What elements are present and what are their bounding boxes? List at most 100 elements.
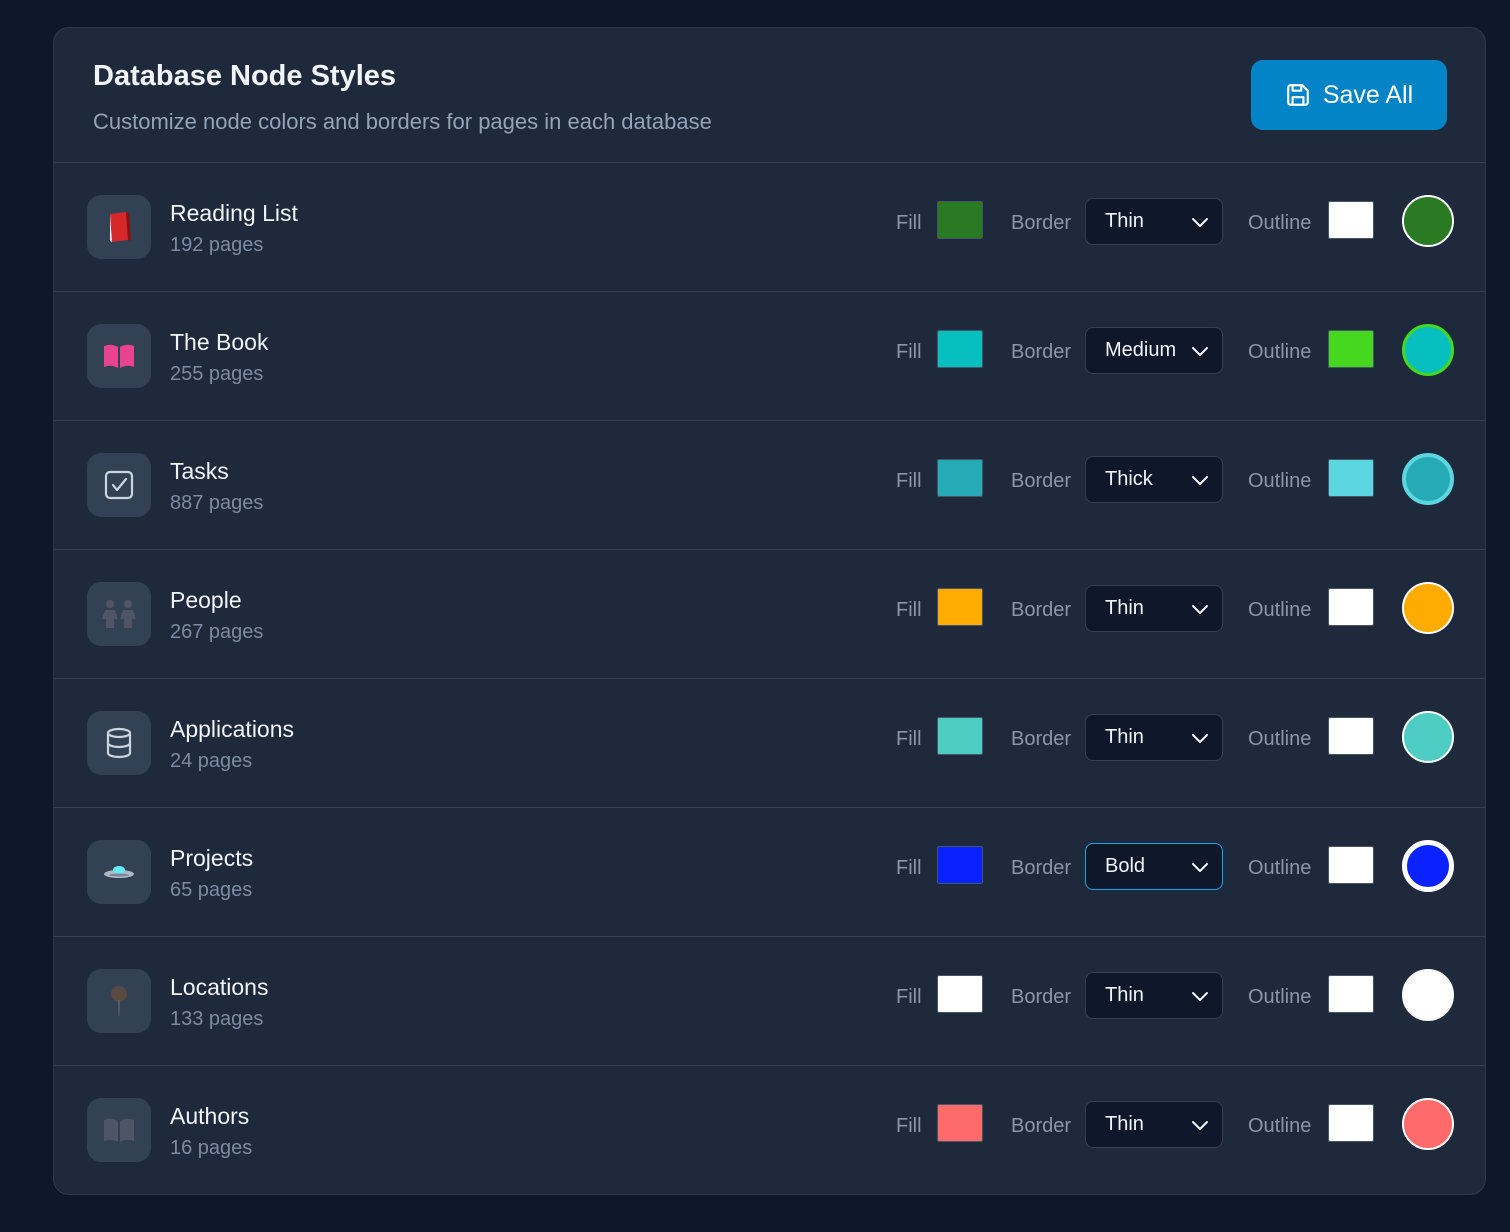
database-row: Locations 133 pages Fill Border Thin Outline xyxy=(54,937,1485,1066)
border-select[interactable]: Thin xyxy=(1085,198,1223,245)
outline-color-picker[interactable] xyxy=(1328,459,1374,497)
chevron-down-icon xyxy=(1190,858,1210,882)
open-book-icon xyxy=(87,324,151,388)
database-name: People xyxy=(170,587,242,613)
node-preview xyxy=(1402,969,1454,1021)
chevron-down-icon xyxy=(1190,987,1210,1011)
border-select-value: Thin xyxy=(1105,1113,1144,1135)
fill-label: Fill xyxy=(896,212,922,234)
node-preview xyxy=(1402,453,1454,505)
database-name: Applications xyxy=(170,716,295,742)
ufo-icon xyxy=(87,840,151,904)
page-count: 192 pages xyxy=(170,234,264,256)
border-label: Border xyxy=(1011,728,1072,750)
outline-label: Outline xyxy=(1248,986,1312,1008)
page-count: 16 pages xyxy=(170,1137,253,1159)
page-count: 24 pages xyxy=(170,750,253,772)
fill-label: Fill xyxy=(896,986,922,1008)
chevron-down-icon xyxy=(1190,1116,1210,1140)
database-row: Projects 65 pages Fill Border Bold Outline xyxy=(54,808,1485,937)
outline-label: Outline xyxy=(1248,857,1312,879)
border-select[interactable]: Thin xyxy=(1085,585,1223,632)
database-list: Reading List 192 pages Fill Border Thin Outli… xyxy=(54,163,1485,1194)
outline-label: Outline xyxy=(1248,1115,1312,1137)
database-icon xyxy=(87,711,151,775)
save-all-label: Save All xyxy=(1322,80,1414,109)
border-select-value: Medium xyxy=(1105,339,1177,361)
database-row: Tasks 887 pages Fill Border Thick Outline xyxy=(54,421,1485,550)
outline-label: Outline xyxy=(1248,599,1312,621)
node-preview xyxy=(1402,324,1454,376)
border-label: Border xyxy=(1011,857,1072,879)
fill-label: Fill xyxy=(896,1115,922,1137)
border-select-value: Bold xyxy=(1105,855,1146,877)
node-preview xyxy=(1402,582,1454,634)
outline-color-picker[interactable] xyxy=(1328,330,1374,368)
fill-label: Fill xyxy=(896,728,922,750)
database-name: The Book xyxy=(170,329,269,355)
database-name: Authors xyxy=(170,1103,250,1129)
border-select[interactable]: Thin xyxy=(1085,1101,1223,1148)
chevron-down-icon xyxy=(1190,213,1210,237)
border-select-value: Thin xyxy=(1105,984,1144,1006)
outline-label: Outline xyxy=(1248,728,1312,750)
outline-color-picker[interactable] xyxy=(1328,975,1374,1013)
node-preview xyxy=(1402,840,1454,892)
database-name: Reading List xyxy=(170,200,298,226)
page-subtitle: Customize node colors and borders for pa… xyxy=(93,109,712,134)
red-book-icon xyxy=(87,195,151,259)
border-select-value: Thin xyxy=(1105,597,1144,619)
border-label: Border xyxy=(1011,470,1072,492)
pin-icon xyxy=(87,969,151,1033)
outline-color-picker[interactable] xyxy=(1328,846,1374,884)
node-preview xyxy=(1402,711,1454,763)
fill-color-picker[interactable] xyxy=(937,846,983,884)
database-row: Applications 24 pages Fill Border Thin Outlin… xyxy=(54,679,1485,808)
border-select[interactable]: Thick xyxy=(1085,456,1223,503)
fill-color-picker[interactable] xyxy=(937,201,983,239)
book-icon xyxy=(87,1098,151,1162)
fill-color-picker[interactable] xyxy=(937,459,983,497)
fill-color-picker[interactable] xyxy=(937,975,983,1013)
outline-color-picker[interactable] xyxy=(1328,201,1374,239)
page-count: 255 pages xyxy=(170,363,264,385)
outline-label: Outline xyxy=(1248,212,1312,234)
checkbox-icon xyxy=(87,453,151,517)
border-label: Border xyxy=(1011,212,1072,234)
page-count: 133 pages xyxy=(170,1008,264,1030)
database-row: Reading List 192 pages Fill Border Thin Outli… xyxy=(54,163,1485,292)
chevron-down-icon xyxy=(1190,729,1210,753)
card-header: Database Node Styles Customize node colo… xyxy=(54,28,1485,163)
outline-color-picker[interactable] xyxy=(1328,1104,1374,1142)
database-name: Locations xyxy=(170,974,269,1000)
fill-color-picker[interactable] xyxy=(937,1104,983,1142)
border-select[interactable]: Medium xyxy=(1085,327,1223,374)
page-count: 65 pages xyxy=(170,879,253,901)
outline-label: Outline xyxy=(1248,341,1312,363)
border-select[interactable]: Bold xyxy=(1085,843,1223,890)
database-row: People 267 pages Fill Border Thin Outline xyxy=(54,550,1485,679)
save-icon xyxy=(1285,82,1311,108)
outline-color-picker[interactable] xyxy=(1328,717,1374,755)
border-label: Border xyxy=(1011,341,1072,363)
fill-color-picker[interactable] xyxy=(937,588,983,626)
page-title: Database Node Styles xyxy=(93,60,397,92)
node-styles-card: Database Node Styles Customize node colo… xyxy=(53,27,1486,1195)
border-label: Border xyxy=(1011,599,1072,621)
database-row: Authors 16 pages Fill Border Thin Outline xyxy=(54,1066,1485,1194)
fill-color-picker[interactable] xyxy=(937,330,983,368)
border-select[interactable]: Thin xyxy=(1085,714,1223,761)
outline-color-picker[interactable] xyxy=(1328,588,1374,626)
fill-color-picker[interactable] xyxy=(937,717,983,755)
outline-label: Outline xyxy=(1248,470,1312,492)
chevron-down-icon xyxy=(1190,600,1210,624)
save-all-button[interactable]: Save All xyxy=(1251,60,1447,130)
people-icon xyxy=(87,582,151,646)
border-label: Border xyxy=(1011,986,1072,1008)
database-row: The Book 255 pages Fill Border Medium Outline xyxy=(54,292,1485,421)
border-select[interactable]: Thin xyxy=(1085,972,1223,1019)
border-select-value: Thick xyxy=(1105,468,1153,490)
fill-label: Fill xyxy=(896,341,922,363)
chevron-down-icon xyxy=(1190,342,1210,366)
database-name: Projects xyxy=(170,845,254,871)
